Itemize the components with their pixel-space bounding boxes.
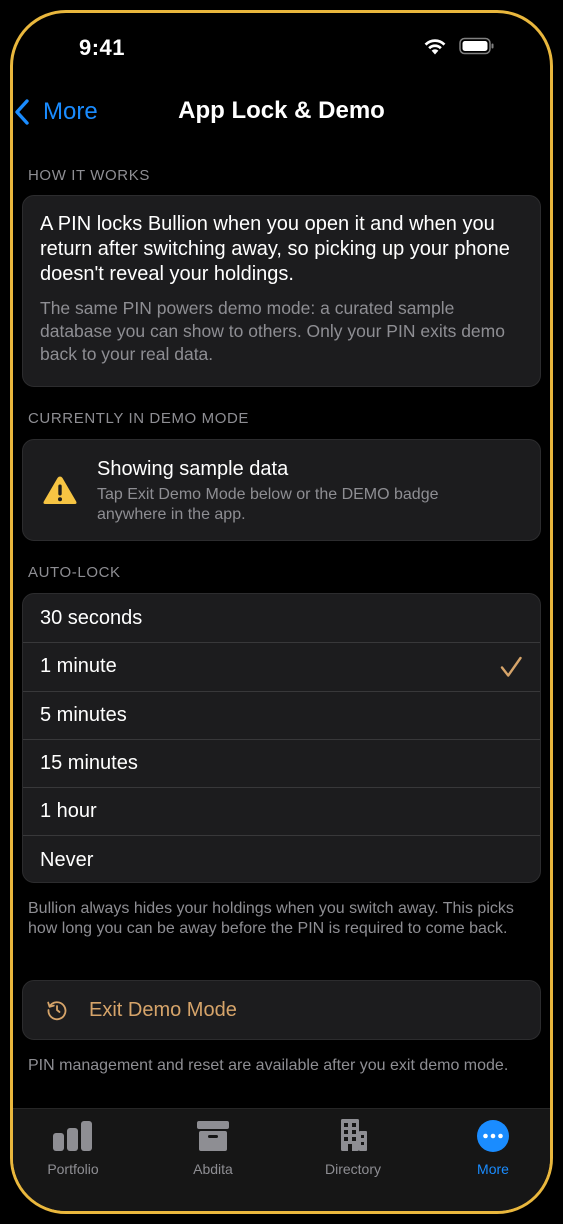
- auto-lock-option-1-minute[interactable]: 1 minute: [23, 642, 540, 690]
- auto-lock-option-label: 5 minutes: [40, 703, 127, 726]
- auto-lock-option-label: 15 minutes: [40, 752, 138, 775]
- warning-icon: [43, 476, 77, 504]
- exit-demo-label: Exit Demo Mode: [89, 999, 237, 1021]
- auto-lock-list: 30 seconds 1 minute 5 minutes 15 minutes…: [22, 593, 541, 883]
- status-time: 9:41: [79, 35, 126, 60]
- ellipsis-circle-icon: [477, 1120, 509, 1152]
- tab-more[interactable]: More: [423, 1109, 550, 1189]
- auto-lock-option-label: 1 hour: [40, 800, 97, 823]
- archive-box-icon: [197, 1121, 229, 1151]
- auto-lock-option-15-minutes[interactable]: 15 minutes: [23, 738, 540, 787]
- battery-icon: [459, 37, 494, 55]
- wifi-icon: [424, 39, 446, 55]
- phone-frame: 9:41 More App Lock & Demo HOW IT WORKS A…: [10, 10, 553, 1214]
- auto-lock-option-label: 1 minute: [40, 655, 117, 678]
- auto-lock-option-never[interactable]: Never: [23, 835, 540, 882]
- auto-lock-option-label: 30 seconds: [40, 606, 143, 629]
- how-it-works-main-text: A PIN locks Bullion when you open it and…: [40, 213, 510, 285]
- tab-portfolio[interactable]: Portfolio: [13, 1109, 143, 1189]
- auto-lock-option-5-minutes[interactable]: 5 minutes: [23, 690, 540, 739]
- pin-management-footer: PIN management and reset are available a…: [28, 1057, 509, 1074]
- how-it-works-card: A PIN locks Bullion when you open it and…: [22, 195, 541, 387]
- building-icon: [341, 1119, 367, 1151]
- tab-directory[interactable]: Directory: [283, 1109, 423, 1189]
- screen: 9:41 More App Lock & Demo HOW IT WORKS A…: [13, 13, 550, 1211]
- tab-bar: Portfolio Abdita Directory More: [13, 1108, 550, 1211]
- auto-lock-option-30-seconds[interactable]: 30 seconds: [23, 594, 540, 642]
- tab-abdita[interactable]: Abdita: [143, 1109, 283, 1189]
- demo-mode-card: Showing sample data Tap Exit Demo Mode b…: [22, 439, 541, 541]
- tab-label: Abdita: [193, 1161, 233, 1177]
- demo-mode-description: Tap Exit Demo Mode below or the DEMO bad…: [97, 486, 439, 523]
- exit-demo-button[interactable]: Exit Demo Mode: [22, 980, 541, 1040]
- auto-lock-footer: Bullion always hides your holdings when …: [28, 900, 514, 937]
- section-header-how-it-works: HOW IT WORKS: [28, 167, 150, 184]
- bar-chart-icon: [53, 1121, 92, 1151]
- tab-label: More: [477, 1161, 509, 1177]
- section-header-auto-lock: AUTO-LOCK: [28, 564, 121, 581]
- auto-lock-option-1-hour[interactable]: 1 hour: [23, 787, 540, 835]
- tab-label: Portfolio: [47, 1161, 99, 1177]
- checkmark-icon: [500, 657, 522, 677]
- page-title: App Lock & Demo: [178, 97, 385, 124]
- tab-label: Directory: [324, 1161, 381, 1177]
- restore-icon: [47, 1001, 67, 1021]
- how-it-works-sub-text: The same PIN powers demo mode: a curated…: [40, 298, 505, 364]
- auto-lock-option-label: Never: [40, 848, 94, 871]
- section-header-demo-mode: CURRENTLY IN DEMO MODE: [28, 410, 249, 427]
- demo-mode-title: Showing sample data: [97, 458, 289, 480]
